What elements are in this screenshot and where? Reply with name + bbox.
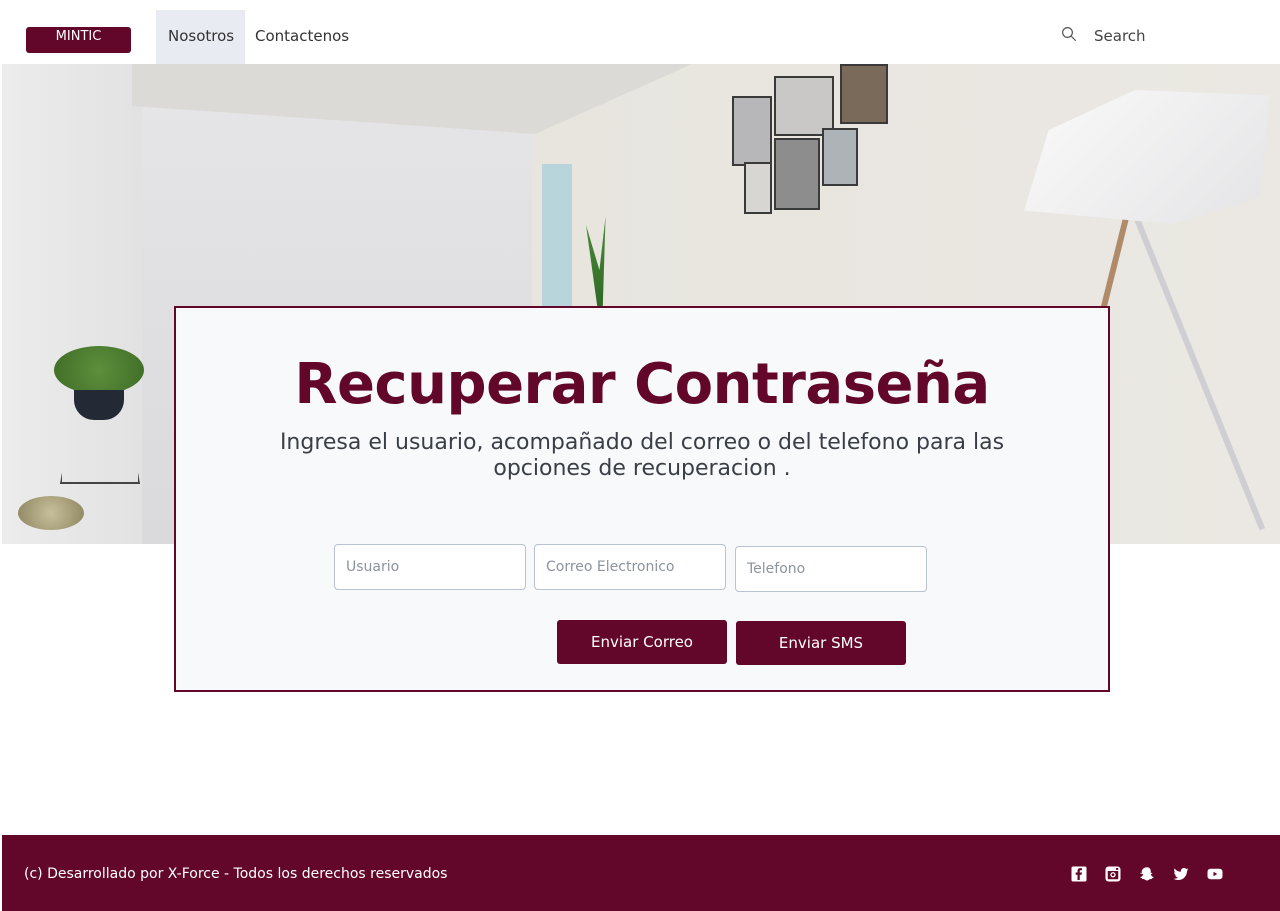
social-links (1070, 865, 1226, 883)
instagram-icon[interactable] (1104, 865, 1124, 883)
nav-item-nosotros[interactable]: Nosotros (156, 10, 245, 64)
page-subtitle: Ingresa el usuario, acompañado del corre… (279, 430, 1005, 481)
recovery-card: Recuperar Contraseña Ingresa el usuario,… (174, 306, 1110, 692)
snapchat-icon[interactable] (1138, 865, 1158, 883)
nav-item-contactenos[interactable]: Contactenos (243, 10, 361, 64)
enviar-sms-button[interactable]: Enviar SMS (736, 621, 906, 665)
enviar-correo-button[interactable]: Enviar Correo (557, 620, 727, 664)
page-title: Recuperar Contraseña (294, 352, 990, 417)
correo-field[interactable] (534, 544, 726, 590)
telefono-field[interactable] (735, 546, 927, 592)
usuario-field[interactable] (334, 544, 526, 590)
youtube-icon[interactable] (1206, 865, 1226, 883)
facebook-icon[interactable] (1070, 865, 1090, 883)
search-icon[interactable] (1060, 25, 1078, 47)
search-box (1060, 24, 1214, 48)
footer-copyright: (c) Desarrollado por X-Force - Todos los… (24, 866, 448, 882)
navbar: MINTIC Nosotros Contactenos (0, 0, 1280, 64)
brand-logo-button[interactable]: MINTIC (26, 27, 131, 53)
footer: (c) Desarrollado por X-Force - Todos los… (2, 835, 1280, 911)
twitter-icon[interactable] (1172, 865, 1192, 883)
search-input[interactable] (1094, 27, 1214, 45)
